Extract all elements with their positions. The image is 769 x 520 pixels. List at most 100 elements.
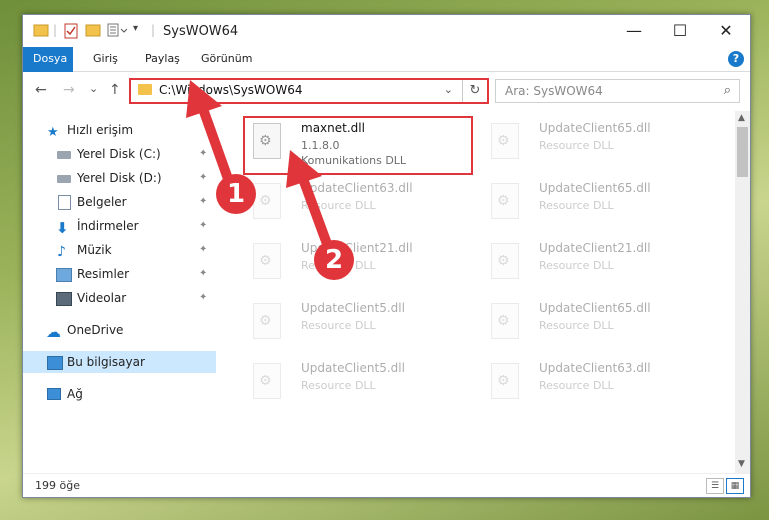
annotation-badge-1: 1 xyxy=(216,174,256,214)
file-name: UpdateClient65.dll xyxy=(539,121,651,135)
address-path[interactable]: C:\Windows\SysWOW64 xyxy=(159,83,303,97)
forward-button[interactable]: → xyxy=(63,82,75,98)
file-name: UpdateClient5.dll xyxy=(301,301,405,315)
tab-giris[interactable]: Giriş xyxy=(83,47,128,71)
scroll-up-icon[interactable]: ▲ xyxy=(738,113,745,123)
annotation-badge-2: 2 xyxy=(314,240,354,280)
sidebar-item-quick-access[interactable]: ★ Hızlı erişim xyxy=(23,119,216,141)
file-name: UpdateClient65.dll xyxy=(539,181,651,195)
file-name: UpdateClient63.dll xyxy=(539,361,651,375)
dll-file-icon xyxy=(253,303,281,339)
sidebar-item-pictures[interactable]: Resimler ✦ xyxy=(23,263,216,285)
video-icon xyxy=(56,292,72,306)
document-icon xyxy=(58,195,71,210)
search-icon[interactable]: ⌕ xyxy=(724,83,731,98)
pin-icon[interactable]: ✦ xyxy=(199,263,207,285)
file-name: UpdateClient65.dll xyxy=(539,301,651,315)
back-button[interactable]: ← xyxy=(35,82,47,98)
pin-icon[interactable]: ✦ xyxy=(199,215,207,237)
vertical-scrollbar[interactable]: ▲ ▼ xyxy=(735,111,750,473)
maxnet-highlight-box xyxy=(243,116,473,175)
dll-file-icon xyxy=(253,363,281,399)
file-description: Resource DLL xyxy=(301,319,376,332)
file-description: Resource DLL xyxy=(539,139,614,152)
item-count: 199 öğe xyxy=(35,479,80,492)
minimize-button[interactable]: — xyxy=(611,15,657,47)
help-icon[interactable]: ? xyxy=(728,51,744,67)
dll-file-icon xyxy=(253,183,281,219)
sidebar-item-this-pc[interactable]: Bu bilgisayar xyxy=(23,351,216,373)
pin-icon[interactable]: ✦ xyxy=(199,167,207,189)
list-item[interactable]: UpdateClient65.dll Resource DLL xyxy=(485,177,715,229)
recent-locations-button[interactable]: ⌄ xyxy=(89,82,98,95)
file-description: Resource DLL xyxy=(539,199,614,212)
file-description: Resource DLL xyxy=(539,379,614,392)
dll-file-icon xyxy=(491,123,519,159)
title-bar: | ▾ | SysWOW64 — ☐ ✕ xyxy=(23,15,750,47)
list-item[interactable]: UpdateClient21.dll Resource DLL xyxy=(485,237,715,289)
pictures-icon xyxy=(56,268,72,282)
divider: | xyxy=(151,23,156,37)
sidebar-item-network[interactable]: Ağ xyxy=(23,383,216,405)
dll-file-icon xyxy=(253,243,281,279)
drive-icon xyxy=(57,151,71,159)
file-description: Resource DLL xyxy=(301,199,376,212)
sidebar-item-documents[interactable]: Belgeler ✦ xyxy=(23,191,216,213)
close-button[interactable]: ✕ xyxy=(703,15,749,47)
download-icon: ⬇ xyxy=(56,219,69,237)
quick-access-dropdown-icon[interactable]: ▾ xyxy=(133,23,138,34)
pin-icon[interactable]: ✦ xyxy=(199,239,207,261)
folder-icon xyxy=(138,84,152,95)
sidebar-item-local-disk-d[interactable]: Yerel Disk (D:) ✦ xyxy=(23,167,216,189)
search-box[interactable]: Ara: SysWOW64 ⌕ xyxy=(495,79,740,103)
tab-paylas[interactable]: Paylaş xyxy=(135,47,190,71)
list-item[interactable]: UpdateClient65.dll Resource DLL xyxy=(485,117,715,169)
new-folder-icon[interactable] xyxy=(85,23,101,40)
sidebar-item-videos[interactable]: Videolar ✦ xyxy=(23,287,216,309)
cloud-icon: ☁ xyxy=(46,323,61,341)
file-description: Resource DLL xyxy=(539,319,614,332)
list-item[interactable]: UpdateClient5.dll Resource DLL xyxy=(247,297,477,349)
sidebar-item-music[interactable]: ♪ Müzik ✦ xyxy=(23,239,216,261)
file-name: UpdateClient63.dll xyxy=(301,181,413,195)
pin-icon[interactable]: ✦ xyxy=(199,191,207,213)
sidebar-item-downloads[interactable]: ⬇ İndirmeler ✦ xyxy=(23,215,216,237)
list-item[interactable]: UpdateClient21.dll Resource DLL xyxy=(247,237,477,289)
large-icons-view-button[interactable]: ▦ xyxy=(726,478,744,494)
tab-gorunum[interactable]: Görünüm xyxy=(191,47,262,71)
file-name: UpdateClient5.dll xyxy=(301,361,405,375)
chevron-down-icon[interactable]: ⌄ xyxy=(444,83,453,96)
sidebar-item-local-disk-c[interactable]: Yerel Disk (C:) ✦ xyxy=(23,143,216,165)
navigation-pane: ★ Hızlı erişim Yerel Disk (C:) ✦ Yerel D… xyxy=(23,111,216,471)
pin-icon[interactable]: ✦ xyxy=(199,287,207,309)
details-view-button[interactable]: ☰ xyxy=(706,478,724,494)
customize-toolbar-icon[interactable] xyxy=(107,23,128,40)
dll-file-icon xyxy=(491,243,519,279)
dll-file-icon xyxy=(491,303,519,339)
up-button[interactable]: ↑ xyxy=(109,82,121,98)
music-icon: ♪ xyxy=(57,244,66,260)
refresh-button[interactable]: ↻ xyxy=(462,80,487,102)
file-description: Resource DLL xyxy=(301,379,376,392)
file-description: Resource DLL xyxy=(539,259,614,272)
ribbon-tabs: Dosya Giriş Paylaş Görünüm ? xyxy=(23,47,750,99)
folder-icon[interactable] xyxy=(33,23,49,40)
sidebar-item-onedrive[interactable]: ☁ OneDrive xyxy=(23,319,216,341)
maximize-button[interactable]: ☐ xyxy=(657,15,703,47)
scroll-thumb[interactable] xyxy=(737,127,748,177)
network-icon xyxy=(47,388,61,400)
divider: | xyxy=(53,23,58,37)
list-item[interactable]: UpdateClient63.dll Resource DLL xyxy=(247,177,477,229)
pin-icon[interactable]: ✦ xyxy=(199,143,207,165)
dll-file-icon xyxy=(491,183,519,219)
star-icon: ★ xyxy=(47,125,59,140)
list-item[interactable]: UpdateClient63.dll Resource DLL xyxy=(485,357,715,409)
scroll-down-icon[interactable]: ▼ xyxy=(738,459,745,469)
list-item[interactable]: UpdateClient65.dll Resource DLL xyxy=(485,297,715,349)
list-item[interactable]: UpdateClient5.dll Resource DLL xyxy=(247,357,477,409)
address-bar[interactable]: C:\Windows\SysWOW64 ⌄ ↻ xyxy=(129,78,489,104)
file-name: UpdateClient21.dll xyxy=(539,241,651,255)
status-bar: 199 öğe ☰ ▦ xyxy=(23,473,750,497)
drive-icon xyxy=(57,175,71,183)
properties-icon[interactable] xyxy=(63,23,79,42)
